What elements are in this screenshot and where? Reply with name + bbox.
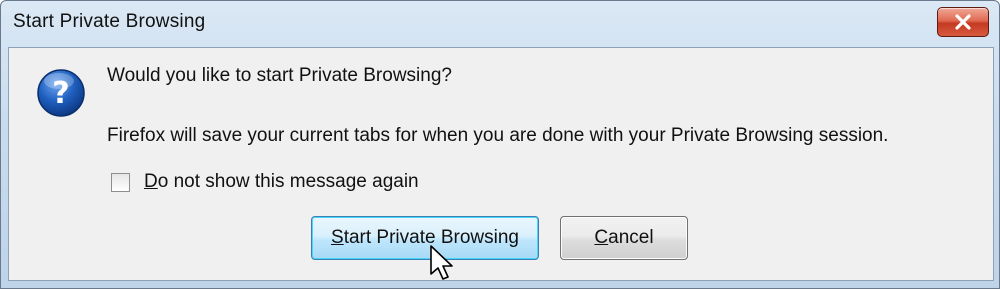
dont-show-again-label[interactable]: Do not show this message again — [144, 171, 419, 193]
question-icon: ? — [37, 69, 85, 117]
close-button[interactable] — [937, 7, 989, 37]
mouse-cursor-icon — [430, 245, 453, 280]
title-bar[interactable]: Start Private Browsing — [1, 1, 999, 47]
accelerator-key: S — [331, 227, 344, 248]
button-label: ancel — [608, 227, 654, 248]
dialog-window: Start Private Browsing ? Would you like … — [0, 0, 1000, 289]
window-title: Start Private Browsing — [13, 11, 206, 32]
label-text: o not show this message again — [157, 171, 419, 192]
start-private-browsing-button[interactable]: Start Private Browsing — [311, 216, 539, 260]
close-icon — [955, 14, 971, 30]
dialog-message: Firefox will save your current tabs for … — [107, 125, 889, 146]
dialog-body: ? Would you like to start Private Browsi… — [8, 47, 994, 281]
dont-show-again-checkbox[interactable] — [111, 172, 130, 192]
cancel-button[interactable]: Cancel — [560, 216, 688, 260]
accelerator-key: C — [594, 227, 609, 248]
svg-text:?: ? — [52, 76, 69, 111]
dialog-question: Would you like to start Private Browsing… — [107, 65, 452, 86]
dont-show-again-option[interactable]: Do not show this message again — [111, 171, 419, 193]
accelerator-key: D — [144, 171, 158, 192]
